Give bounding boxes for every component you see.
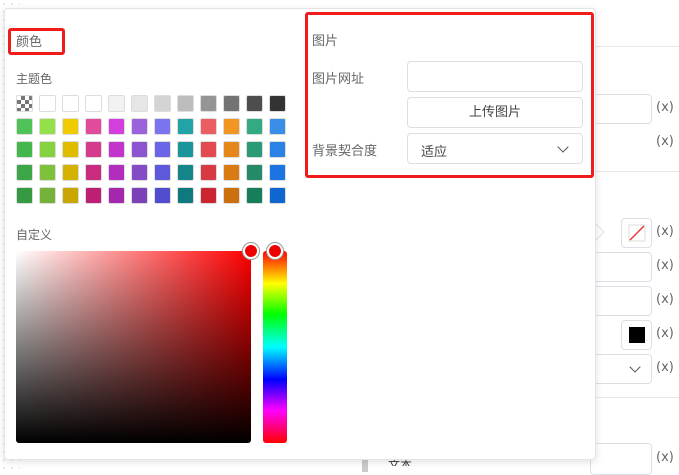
- image-section-title: 图片: [312, 34, 339, 49]
- custom-color-label: 自定义: [16, 228, 53, 242]
- property-input[interactable]: [590, 286, 652, 316]
- color-swatch[interactable]: [269, 141, 286, 158]
- color-swatch[interactable]: [85, 187, 102, 204]
- transparent-swatch[interactable]: [16, 95, 33, 112]
- color-swatch[interactable]: [62, 141, 79, 158]
- color-swatch[interactable]: [108, 118, 125, 135]
- color-swatch[interactable]: [223, 164, 240, 181]
- color-swatch[interactable]: [39, 95, 56, 112]
- color-swatch[interactable]: [246, 141, 263, 158]
- variable-button[interactable]: (x): [656, 360, 674, 375]
- color-swatch[interactable]: [62, 164, 79, 181]
- background-color-button[interactable]: [621, 218, 652, 248]
- variable-button[interactable]: (x): [656, 450, 674, 465]
- color-swatch[interactable]: [85, 141, 102, 158]
- color-swatch[interactable]: [154, 187, 171, 204]
- color-swatch[interactable]: [154, 95, 171, 112]
- color-section-title: 颜色: [16, 35, 43, 50]
- color-swatch[interactable]: [16, 141, 33, 158]
- color-swatch[interactable]: [62, 95, 79, 112]
- color-swatch[interactable]: [108, 95, 125, 112]
- variable-button[interactable]: (x): [656, 100, 674, 115]
- color-swatch[interactable]: [246, 118, 263, 135]
- chevron-down-icon: [557, 141, 569, 153]
- divider: [595, 397, 679, 398]
- color-swatch[interactable]: [200, 118, 217, 135]
- color-swatch[interactable]: [223, 141, 240, 158]
- color-swatch[interactable]: [223, 118, 240, 135]
- color-swatch[interactable]: [62, 118, 79, 135]
- background-fit-label: 背景契合度: [312, 144, 378, 159]
- color-swatch[interactable]: [85, 95, 102, 112]
- saturation-handle[interactable]: [243, 243, 259, 259]
- color-swatch[interactable]: [269, 187, 286, 204]
- property-select[interactable]: [590, 354, 652, 384]
- color-swatch[interactable]: [16, 118, 33, 135]
- color-swatch[interactable]: [246, 95, 263, 112]
- color-swatch[interactable]: [131, 118, 148, 135]
- variable-button[interactable]: (x): [656, 326, 674, 341]
- color-swatch[interactable]: [131, 141, 148, 158]
- color-swatch[interactable]: [177, 141, 194, 158]
- divider: [595, 46, 679, 47]
- color-swatch[interactable]: [154, 164, 171, 181]
- color-swatch[interactable]: [39, 164, 56, 181]
- property-input[interactable]: [590, 443, 652, 475]
- variable-button[interactable]: (x): [656, 224, 674, 239]
- color-swatch[interactable]: [39, 118, 56, 135]
- color-swatch[interactable]: [223, 187, 240, 204]
- color-swatch[interactable]: [200, 187, 217, 204]
- upload-image-button[interactable]: 上传图片: [407, 97, 583, 128]
- color-swatch[interactable]: [131, 187, 148, 204]
- property-input[interactable]: [590, 252, 652, 282]
- hue-slider[interactable]: [263, 251, 287, 443]
- image-url-input[interactable]: [407, 61, 583, 92]
- color-swatch[interactable]: [269, 164, 286, 181]
- chevron-down-icon: [629, 361, 641, 373]
- color-swatch[interactable]: [131, 95, 148, 112]
- color-swatch[interactable]: [16, 164, 33, 181]
- color-swatch[interactable]: [131, 164, 148, 181]
- color-swatch[interactable]: [177, 118, 194, 135]
- color-swatch[interactable]: [246, 187, 263, 204]
- color-swatch[interactable]: [269, 118, 286, 135]
- color-swatch[interactable]: [85, 118, 102, 135]
- color-swatch[interactable]: [154, 118, 171, 135]
- color-swatch[interactable]: [223, 95, 240, 112]
- theme-colors-label: 主题色: [16, 72, 53, 86]
- color-swatch[interactable]: [62, 187, 79, 204]
- color-swatch[interactable]: [39, 141, 56, 158]
- variable-button[interactable]: (x): [656, 258, 674, 273]
- color-swatch[interactable]: [246, 164, 263, 181]
- no-color-icon: [628, 224, 646, 242]
- color-swatch[interactable]: [177, 164, 194, 181]
- color-swatch[interactable]: [177, 187, 194, 204]
- color-swatch[interactable]: [108, 164, 125, 181]
- hue-handle[interactable]: [267, 243, 283, 259]
- color-swatch[interactable]: [154, 141, 171, 158]
- color-swatch[interactable]: [108, 141, 125, 158]
- color-swatch[interactable]: [269, 95, 286, 112]
- border-color-button[interactable]: [621, 320, 652, 350]
- color-swatch[interactable]: [177, 95, 194, 112]
- background-fit-value: 适应: [421, 145, 448, 160]
- color-swatch[interactable]: [200, 95, 217, 112]
- color-swatch[interactable]: [85, 164, 102, 181]
- property-input[interactable]: [590, 94, 652, 124]
- divider: [595, 171, 679, 172]
- saturation-panel[interactable]: [16, 251, 251, 443]
- background-fit-select[interactable]: 适应: [407, 133, 583, 164]
- color-swatch[interactable]: [200, 164, 217, 181]
- image-url-label: 图片网址: [312, 72, 365, 87]
- color-swatch[interactable]: [39, 187, 56, 204]
- color-swatch[interactable]: [108, 187, 125, 204]
- variable-button[interactable]: (x): [656, 292, 674, 307]
- color-preview: [629, 327, 645, 343]
- variable-button[interactable]: (x): [656, 134, 674, 149]
- color-swatch[interactable]: [16, 187, 33, 204]
- color-swatch[interactable]: [200, 141, 217, 158]
